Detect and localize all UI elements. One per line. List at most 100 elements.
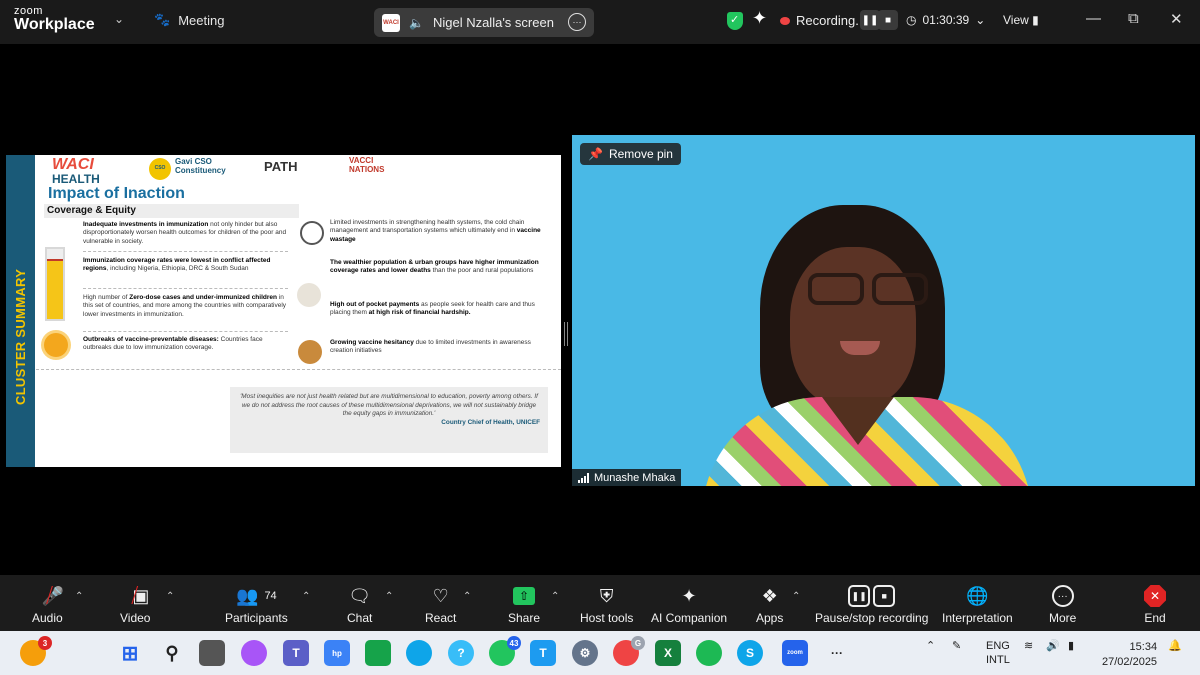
react-options-caret[interactable]: ⌃ [463, 591, 471, 602]
participant-video[interactable] [572, 135, 1195, 486]
teams-icon[interactable]: T [283, 640, 309, 666]
task-view-icon[interactable] [199, 640, 225, 666]
clock-date: 27/02/2025 [1102, 655, 1158, 668]
pane-resize-handle[interactable] [564, 322, 568, 346]
react-label: React [425, 611, 457, 625]
slide-title: Impact of Inaction [48, 185, 185, 202]
meeting-label[interactable]: 🐾 Meeting [154, 12, 224, 28]
chat-label: Chat [347, 611, 373, 625]
share-options-caret[interactable]: ⌃ [551, 591, 559, 602]
edge-icon[interactable] [406, 640, 432, 666]
pause-recording-button[interactable]: ❚❚ [860, 10, 880, 30]
language-primary: ENG [986, 640, 1010, 652]
audio-label: Audio [32, 611, 63, 625]
chat-options-caret[interactable]: ⌃ [385, 591, 393, 602]
audio-button[interactable]: 🎤 ⧸ Audio [32, 581, 64, 626]
right-item-3: High out of pocket payments as people se… [330, 301, 552, 318]
video-person-glasses [808, 273, 938, 313]
react-button[interactable]: ♡ React [425, 581, 457, 626]
chat-bubble-icon: 🗨 [348, 585, 372, 606]
excel-icon[interactable]: X [655, 640, 681, 666]
share-button[interactable]: ⇧ Share [508, 581, 540, 625]
myhp-icon[interactable]: hp [324, 640, 350, 666]
close-icon[interactable]: ✕ [1170, 10, 1183, 28]
minimize-icon[interactable]: — [1086, 10, 1101, 27]
encryption-shield-icon[interactable] [727, 12, 743, 30]
right-item-1-text: Limited investments in strengthening hea… [330, 219, 525, 235]
left-item-2: Immunization coverage rates were lowest … [83, 257, 288, 274]
more-apps-icon[interactable]: ··· [824, 640, 850, 666]
interpretation-label: Interpretation [942, 611, 1013, 625]
host-tools-label: Host tools [580, 611, 634, 625]
quote-text: 'Most inequities are not just health rel… [240, 393, 538, 418]
syringe-icon [300, 221, 324, 245]
chrome-icon[interactable]: G [613, 636, 645, 666]
slide-subtitle: Coverage & Equity [44, 204, 299, 218]
search-icon[interactable]: ⚲ [159, 640, 185, 666]
more-options-icon[interactable]: ··· [568, 13, 586, 31]
left-item-1-bold: Inadequate investments in immunization [83, 221, 209, 228]
stop-recording-button[interactable]: ■ [878, 10, 898, 30]
chat-button[interactable]: 🗨 Chat [347, 581, 373, 626]
divider-line [36, 369, 561, 370]
host-tools-button[interactable]: ⛨ Host tools [580, 581, 634, 626]
end-label: End [1144, 611, 1166, 625]
right-item-4: Growing vaccine hesitancy due to limited… [330, 339, 552, 356]
wifi-icon[interactable]: ≋ [1024, 640, 1033, 654]
ai-companion-button[interactable]: ✦ AI Companion [651, 581, 728, 626]
apps-grid-icon: ❖ [761, 585, 778, 606]
copilot-icon[interactable] [241, 640, 267, 666]
screen-share-label: Nigel Nzalla's screen [432, 15, 554, 30]
pause-stop-recording-button[interactable]: ❚❚ ■ Pause/stop recording [815, 581, 928, 625]
divider-line [83, 251, 288, 252]
meeting-timer[interactable]: ◷ 01:30:39 ⌄ [906, 13, 985, 27]
windows-start-icon[interactable]: ⊞ [117, 640, 143, 666]
weather-badge: 3 [38, 636, 52, 650]
settings-gear-icon[interactable]: ⚙ [572, 640, 598, 666]
language-indicator[interactable]: ENG INTL [986, 640, 1010, 668]
participants-button[interactable]: 👥 74 Participants [225, 581, 288, 626]
more-dots-icon: ··· [1051, 585, 1074, 607]
virus-icon [44, 333, 68, 357]
skype-icon[interactable]: S [737, 640, 763, 666]
spotify-icon[interactable] [696, 640, 722, 666]
clock-time: 15:34 [1129, 641, 1158, 653]
chevron-down-icon[interactable]: ⌄ [114, 12, 124, 26]
tray-chevron-icon[interactable]: ⌃ [926, 640, 935, 654]
weather-widget-icon[interactable]: 3 [20, 636, 52, 666]
whatsapp-icon[interactable]: 43 [489, 636, 521, 666]
notification-bell-icon[interactable]: 🔔 [1168, 640, 1182, 654]
vacci-logo-b: NATIONS [349, 164, 385, 174]
more-label: More [1049, 611, 1077, 625]
ai-sparkle-icon: ✦ [681, 585, 697, 606]
more-button[interactable]: ··· More [1049, 581, 1076, 625]
help-icon[interactable]: ? [448, 640, 474, 666]
video-options-caret[interactable]: ⌃ [166, 591, 174, 602]
zoom-taskbar-icon[interactable]: zoom [782, 640, 808, 666]
video-button[interactable]: ▣ ⧸ Video [120, 581, 150, 626]
volume-icon[interactable]: 🔊 [1046, 640, 1060, 654]
apps-label: Apps [756, 611, 784, 625]
apps-options-caret[interactable]: ⌃ [792, 591, 800, 602]
pen-tray-icon[interactable]: ✎ [952, 640, 961, 654]
remove-pin-button[interactable]: 📌 Remove pin [580, 143, 681, 165]
zoom-workplace-logo[interactable]: zoom Workplace [14, 6, 95, 33]
view-menu-button[interactable]: View ▮ [1003, 13, 1039, 27]
waci-logo-b: HEALTH [52, 172, 100, 186]
t-app-icon[interactable]: T [530, 640, 556, 666]
battery-icon[interactable]: ▮ [1068, 640, 1074, 654]
microsoft-store-icon[interactable] [365, 640, 391, 666]
participants-options-caret[interactable]: ⌃ [302, 591, 310, 602]
right-item-3-bold2: at high risk of financial hardship. [368, 309, 471, 317]
ai-companion-label: AI Companion [651, 611, 728, 625]
end-meeting-button[interactable]: ✕ End [1144, 581, 1166, 625]
restore-icon[interactable]: ⧉ [1128, 10, 1139, 27]
participant-name-caption: Munashe Mhaka [572, 469, 682, 486]
vaccinations-logo: VACCI NATIONS [349, 156, 385, 175]
ai-sparkle-icon[interactable]: ✦ [752, 8, 767, 29]
interpretation-button[interactable]: 🌐 Interpretation [942, 581, 1013, 626]
audio-options-caret[interactable]: ⌃ [75, 591, 83, 602]
apps-button[interactable]: ❖ Apps [756, 581, 784, 626]
system-clock[interactable]: 15:34 27/02/2025 [1102, 640, 1157, 670]
screen-share-pill[interactable]: WACI 🔈 Nigel Nzalla's screen ··· [374, 8, 594, 37]
